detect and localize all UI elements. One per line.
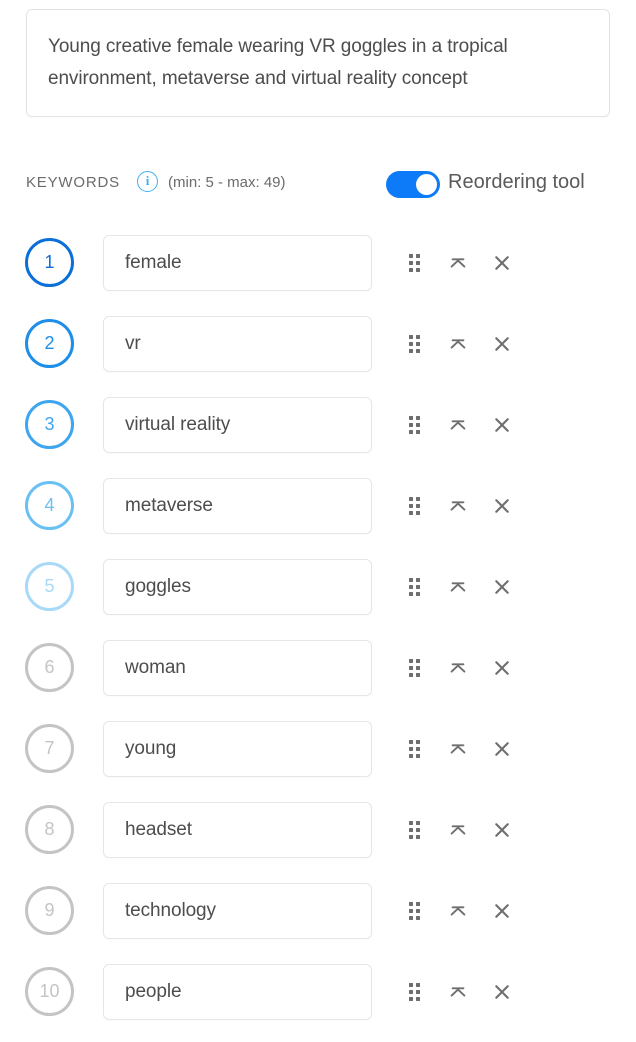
keyword-row: 9 xyxy=(0,880,636,961)
reordering-tool-label: Reordering tool xyxy=(448,171,585,193)
keyword-row-actions xyxy=(392,802,524,858)
remove-icon[interactable] xyxy=(480,964,524,1020)
keyword-rank-badge: 3 xyxy=(25,400,74,449)
keyword-input[interactable] xyxy=(103,883,372,939)
keywords-header: KEYWORDS i (min: 5 - max: 49) Reordering… xyxy=(0,165,636,205)
keyword-row: 1 xyxy=(0,232,636,313)
keyword-row: 4 xyxy=(0,475,636,556)
drag-handle-icon[interactable] xyxy=(392,478,436,534)
keyword-rank-badge: 8 xyxy=(25,805,74,854)
remove-icon[interactable] xyxy=(480,721,524,777)
move-to-top-icon[interactable] xyxy=(436,397,480,453)
keyword-rank-badge: 9 xyxy=(25,886,74,935)
keyword-rank-badge: 10 xyxy=(25,967,74,1016)
drag-handle-icon[interactable] xyxy=(392,397,436,453)
remove-icon[interactable] xyxy=(480,883,524,939)
remove-icon[interactable] xyxy=(480,559,524,615)
keyword-input[interactable] xyxy=(103,802,372,858)
drag-handle-icon[interactable] xyxy=(392,235,436,291)
move-to-top-icon[interactable] xyxy=(436,883,480,939)
keyword-row-actions xyxy=(392,235,524,291)
remove-icon[interactable] xyxy=(480,478,524,534)
move-to-top-icon[interactable] xyxy=(436,478,480,534)
drag-handle-icon[interactable] xyxy=(392,640,436,696)
keyword-row-actions xyxy=(392,640,524,696)
keyword-rank-badge: 6 xyxy=(25,643,74,692)
drag-handle-icon[interactable] xyxy=(392,964,436,1020)
description-text: Young creative female wearing VR goggles… xyxy=(48,36,513,89)
move-to-top-icon[interactable] xyxy=(436,964,480,1020)
move-to-top-icon[interactable] xyxy=(436,802,480,858)
keyword-row-actions xyxy=(392,478,524,534)
keyword-row-actions xyxy=(392,883,524,939)
keyword-row: 6 xyxy=(0,637,636,718)
keyword-rank-badge: 5 xyxy=(25,562,74,611)
keyword-input[interactable] xyxy=(103,478,372,534)
keyword-row: 10 xyxy=(0,961,636,1042)
keyword-input[interactable] xyxy=(103,964,372,1020)
reordering-tool-toggle[interactable] xyxy=(386,171,440,198)
keyword-row: 5 xyxy=(0,556,636,637)
keyword-rank-badge: 4 xyxy=(25,481,74,530)
keyword-rank-badge: 2 xyxy=(25,319,74,368)
keyword-input[interactable] xyxy=(103,721,372,777)
keyword-row: 8 xyxy=(0,799,636,880)
keyword-row-actions xyxy=(392,964,524,1020)
keyword-rank-badge: 1 xyxy=(25,238,74,287)
move-to-top-icon[interactable] xyxy=(436,316,480,372)
move-to-top-icon[interactable] xyxy=(436,721,480,777)
keywords-minmax-hint: (min: 5 - max: 49) xyxy=(168,174,286,191)
description-textarea[interactable]: Young creative female wearing VR goggles… xyxy=(26,9,610,117)
keyword-row-actions xyxy=(392,397,524,453)
keyword-row-actions xyxy=(392,316,524,372)
keyword-input[interactable] xyxy=(103,316,372,372)
keyword-row: 7 xyxy=(0,718,636,799)
keyword-input[interactable] xyxy=(103,640,372,696)
move-to-top-icon[interactable] xyxy=(436,235,480,291)
move-to-top-icon[interactable] xyxy=(436,640,480,696)
remove-icon[interactable] xyxy=(480,316,524,372)
keyword-row: 3 xyxy=(0,394,636,475)
keyword-input[interactable] xyxy=(103,397,372,453)
drag-handle-icon[interactable] xyxy=(392,559,436,615)
keyword-input[interactable] xyxy=(103,235,372,291)
toggle-knob xyxy=(416,174,437,195)
keyword-input[interactable] xyxy=(103,559,372,615)
info-icon[interactable]: i xyxy=(137,171,158,192)
drag-handle-icon[interactable] xyxy=(392,802,436,858)
keyword-row: 2 xyxy=(0,313,636,394)
remove-icon[interactable] xyxy=(480,802,524,858)
keyword-list: 1 2 3 4 5 6 7 8 9 10 xyxy=(0,232,636,1042)
remove-icon[interactable] xyxy=(480,235,524,291)
keyword-row-actions xyxy=(392,721,524,777)
move-to-top-icon[interactable] xyxy=(436,559,480,615)
remove-icon[interactable] xyxy=(480,397,524,453)
keyword-row-actions xyxy=(392,559,524,615)
drag-handle-icon[interactable] xyxy=(392,721,436,777)
keyword-rank-badge: 7 xyxy=(25,724,74,773)
drag-handle-icon[interactable] xyxy=(392,883,436,939)
keywords-label: KEYWORDS xyxy=(26,174,120,191)
drag-handle-icon[interactable] xyxy=(392,316,436,372)
remove-icon[interactable] xyxy=(480,640,524,696)
